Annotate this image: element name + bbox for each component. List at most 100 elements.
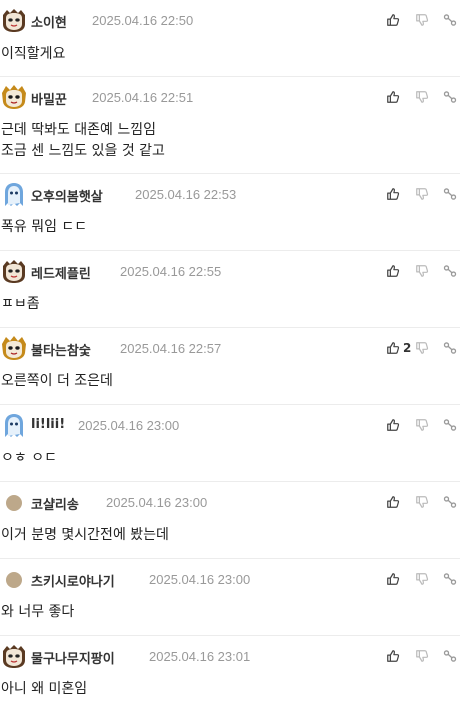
- author-nickname[interactable]: 오후의봄햇살: [31, 186, 103, 205]
- like-button[interactable]: [386, 493, 400, 511]
- share-button[interactable]: [443, 11, 457, 29]
- dislike-button[interactable]: [415, 647, 429, 665]
- comment-header: 불타는참숯 2025.04.16 22:57 2: [0, 335, 460, 361]
- dislike-button[interactable]: [415, 493, 429, 511]
- comment-date: 2025.04.16 22:51: [92, 90, 194, 105]
- comment-item: 소이현 2025.04.16 22:50 이직할게요: [0, 0, 460, 77]
- avatar[interactable]: [1, 258, 27, 284]
- comment-date: 2025.04.16 22:57: [120, 341, 222, 356]
- dislike-button[interactable]: [415, 570, 429, 588]
- like-button[interactable]: [386, 88, 400, 106]
- dislike-button[interactable]: [415, 185, 429, 203]
- link-icon: [443, 341, 457, 355]
- thumbs-up-icon: [386, 13, 400, 27]
- share-button[interactable]: [443, 493, 457, 511]
- avatar[interactable]: [1, 7, 27, 33]
- avatar[interactable]: [1, 566, 27, 592]
- avatar[interactable]: [1, 335, 27, 361]
- share-button[interactable]: [443, 339, 457, 357]
- author-nickname[interactable]: 물구나무지팡이: [31, 648, 115, 667]
- comment-header: 츠키시로야나기 2025.04.16 23:00: [0, 566, 460, 592]
- comment-item: 바밀꾼 2025.04.16 22:51 근데 딱봐도 대존예 느낌임 조금 센…: [0, 77, 460, 174]
- like-button[interactable]: [386, 416, 400, 434]
- comment-header: 레드제플린 2025.04.16 22:55: [0, 258, 460, 284]
- comment-date: 2025.04.16 23:00: [106, 495, 208, 510]
- comment-item: 물구나무지팡이 2025.04.16 23:01 아니 왜 미혼임: [0, 636, 460, 704]
- link-icon: [443, 13, 457, 27]
- like-button[interactable]: [386, 262, 400, 280]
- comment-text: 아니 왜 미혼임: [1, 681, 88, 697]
- comment-text: 이직할게요: [1, 46, 66, 62]
- link-icon: [443, 187, 457, 201]
- dislike-button[interactable]: [415, 262, 429, 280]
- link-icon: [443, 418, 457, 432]
- avatar[interactable]: [1, 643, 27, 669]
- link-icon: [443, 572, 457, 586]
- avatar[interactable]: [1, 489, 27, 515]
- thumbs-down-icon: [415, 649, 429, 663]
- thumbs-up-icon: [386, 264, 400, 278]
- dislike-button[interactable]: [415, 339, 429, 357]
- comment-header: 오후의봄햇살 2025.04.16 22:53: [0, 181, 460, 207]
- like-button[interactable]: [386, 647, 400, 665]
- comment-item: 불타는참숯 2025.04.16 22:57 2 오른쪽이 더 조은데: [0, 328, 460, 405]
- thumbs-down-icon: [415, 187, 429, 201]
- author-nickname[interactable]: 코샬리송: [31, 494, 79, 513]
- link-icon: [443, 264, 457, 278]
- thumbs-up-icon: [386, 572, 400, 586]
- thumbs-down-icon: [415, 264, 429, 278]
- dislike-button[interactable]: [415, 416, 429, 434]
- thumbs-down-icon: [415, 418, 429, 432]
- comment-text: 이거 분명 몇시간전에 봤는데: [1, 527, 169, 543]
- thumbs-down-icon: [415, 341, 429, 355]
- author-nickname[interactable]: 레드제플린: [31, 263, 91, 282]
- comment-list: 소이현 2025.04.16 22:50 이직할게요 바밀꾼 2025.04.1…: [0, 0, 460, 704]
- author-nickname[interactable]: 불타는참숯: [31, 340, 91, 359]
- comment-date: 2025.04.16 23:00: [149, 572, 251, 587]
- share-button[interactable]: [443, 185, 457, 203]
- avatar[interactable]: [1, 412, 27, 438]
- dislike-button[interactable]: [415, 88, 429, 106]
- thumbs-down-icon: [415, 572, 429, 586]
- author-nickname[interactable]: 소이현: [31, 12, 67, 31]
- avatar[interactable]: [1, 84, 27, 110]
- like-count: 2: [403, 341, 412, 355]
- comment-header: li!lii! 2025.04.16 23:00: [0, 412, 460, 438]
- comment-header: 바밀꾼 2025.04.16 22:51: [0, 84, 460, 110]
- link-icon: [443, 90, 457, 104]
- comment-header: 코샬리송 2025.04.16 23:00: [0, 489, 460, 515]
- comment-date: 2025.04.16 22:50: [92, 13, 194, 28]
- comment-item: 레드제플린 2025.04.16 22:55 ㅍㅂ좀: [0, 251, 460, 328]
- thumbs-up-icon: [386, 341, 400, 355]
- like-button[interactable]: [386, 570, 400, 588]
- link-icon: [443, 649, 457, 663]
- comment-header: 물구나무지팡이 2025.04.16 23:01: [0, 643, 460, 669]
- comment-date: 2025.04.16 22:55: [120, 264, 222, 279]
- thumbs-down-icon: [415, 13, 429, 27]
- thumbs-up-icon: [386, 187, 400, 201]
- comment-item: 코샬리송 2025.04.16 23:00 이거 분명 몇시간전에 봤는데: [0, 482, 460, 559]
- like-button[interactable]: [386, 11, 400, 29]
- share-button[interactable]: [443, 88, 457, 106]
- author-nickname[interactable]: 츠키시로야나기: [31, 571, 115, 590]
- thumbs-up-icon: [386, 418, 400, 432]
- comment-text: 와 너무 좋다: [1, 604, 75, 620]
- comment-text: 근데 딱봐도 대존예 느낌임 조금 센 느낌도 있을 것 같고: [1, 122, 165, 159]
- author-nickname[interactable]: li!lii!: [31, 417, 65, 432]
- thumbs-up-icon: [386, 495, 400, 509]
- like-button[interactable]: [386, 185, 400, 203]
- thumbs-down-icon: [415, 90, 429, 104]
- comment-item: li!lii! 2025.04.16 23:00 ㅇㅎ ㅇㄷ: [0, 405, 460, 482]
- link-icon: [443, 495, 457, 509]
- share-button[interactable]: [443, 647, 457, 665]
- like-button[interactable]: 2: [386, 339, 411, 357]
- thumbs-up-icon: [386, 90, 400, 104]
- dislike-button[interactable]: [415, 11, 429, 29]
- avatar[interactable]: [1, 181, 27, 207]
- author-nickname[interactable]: 바밀꾼: [31, 89, 67, 108]
- comment-date: 2025.04.16 22:53: [135, 187, 237, 202]
- share-button[interactable]: [443, 262, 457, 280]
- share-button[interactable]: [443, 416, 457, 434]
- comment-text: ㅍㅂ좀: [1, 296, 40, 312]
- share-button[interactable]: [443, 570, 457, 588]
